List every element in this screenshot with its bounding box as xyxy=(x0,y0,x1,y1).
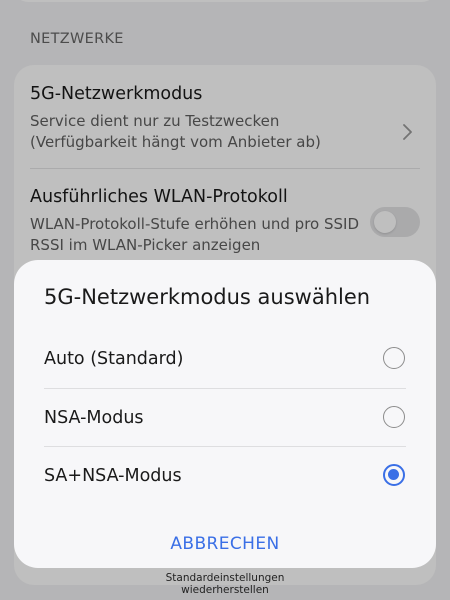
option-auto-standard[interactable]: Auto (Standard) xyxy=(14,330,436,388)
reset-defaults-link[interactable]: Standardeinstellungen wiederherstellen xyxy=(0,572,450,596)
reset-defaults-line2: wiederherstellen xyxy=(181,584,269,596)
option-label: NSA-Modus xyxy=(44,408,144,428)
dialog-title: 5G-Netzwerkmodus auswählen xyxy=(44,285,371,309)
option-sa-nsa-mode[interactable]: SA+NSA-Modus xyxy=(14,447,436,505)
cancel-button[interactable]: ABBRECHEN xyxy=(14,534,436,554)
reset-defaults-line1: Standardeinstellungen xyxy=(165,572,285,584)
select-5g-mode-dialog: 5G-Netzwerkmodus auswählen Auto (Standar… xyxy=(14,260,436,568)
option-label: SA+NSA-Modus xyxy=(44,466,182,486)
radio-button[interactable] xyxy=(383,406,405,428)
option-label: Auto (Standard) xyxy=(44,349,184,369)
option-nsa-mode[interactable]: NSA-Modus xyxy=(14,389,436,447)
radio-button-selected[interactable] xyxy=(383,464,405,486)
radio-button[interactable] xyxy=(383,347,405,369)
